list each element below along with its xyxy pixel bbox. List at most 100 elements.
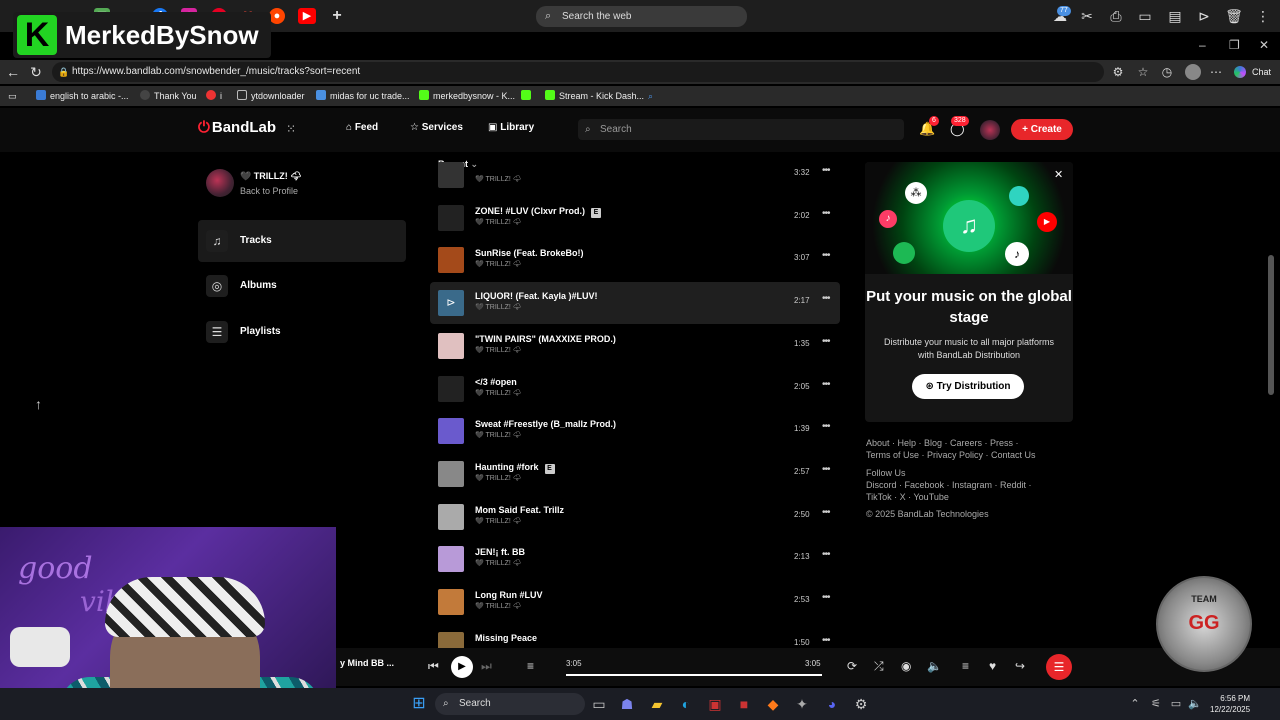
system-clock[interactable]: 6:56 PM 12/22/2025 — [1210, 693, 1250, 715]
favorites-icon[interactable]: ☆ — [1134, 63, 1152, 81]
more-options-icon[interactable]: ••• — [822, 549, 830, 560]
track-artist[interactable]: 🖤 TRILLZ! 🌩 — [475, 602, 522, 610]
more-options-icon[interactable]: ••• — [822, 464, 830, 475]
task-view-icon[interactable]: ▭ — [589, 694, 609, 714]
track-artwork[interactable] — [438, 375, 464, 402]
track-artwork[interactable] — [438, 460, 464, 487]
now-playing-title[interactable]: y Mind BB ... — [340, 658, 394, 668]
sidebar-item-playlists[interactable]: ☰ Playlists — [198, 311, 406, 353]
chat-label[interactable]: Chat — [1252, 67, 1271, 77]
more-icon[interactable]: ⋮ — [1254, 7, 1272, 25]
footer-social-1[interactable]: Discord · Facebook · Instagram · Reddit … — [866, 480, 1032, 490]
track-row[interactable]: Haunting #fork E 🖤 TRILLZ! 🌩 2:57 ••• — [430, 453, 840, 495]
calculator-icon[interactable]: ▤ — [1166, 7, 1184, 25]
track-row[interactable]: ⊳ LIQUOR! (Feat. Kayla )#LUV! 🖤 TRILLZ! 🌩 2… — [430, 282, 840, 325]
store-icon[interactable]: ▣ — [705, 694, 725, 714]
more-options-icon[interactable]: ••• — [822, 635, 830, 646]
teams-icon[interactable]: ☗ — [617, 694, 637, 714]
track-title[interactable]: Sweat #Freestlye (B_mallz Prod.) — [475, 419, 616, 429]
track-artist[interactable]: 🖤 TRILLZ! 🌩 — [475, 260, 522, 268]
nav-services[interactable]: ☆ Services — [410, 122, 463, 133]
track-title[interactable]: Long Run #LUV — [475, 590, 543, 600]
track-row[interactable]: ZONE! #LUV (Clxvr Prod.) E 🖤 TRILLZ! 🌩 2:02… — [430, 197, 840, 239]
network-icon[interactable]: ⚟ — [1146, 694, 1166, 714]
track-artist[interactable]: 🖤 TRILLZ! 🌩 — [475, 218, 522, 226]
track-artwork[interactable] — [438, 162, 464, 188]
file-explorer-icon[interactable]: ▰ — [647, 694, 667, 714]
track-artist[interactable]: 🖤 TRILLZ! 🌩 — [475, 346, 522, 354]
bookmark-item[interactable]: i — [206, 89, 222, 103]
track-artist[interactable]: 🖤 TRILLZ! 🌩 — [475, 389, 522, 397]
history-icon[interactable]: ◷ — [1158, 63, 1176, 81]
reddit-tab-icon[interactable]: ● — [269, 8, 285, 24]
track-artist[interactable]: 🖤 TRILLZ! 🌩 — [475, 474, 522, 482]
refresh-icon[interactable]: ↻ — [27, 63, 45, 81]
print-icon[interactable]: ⎙ — [1107, 7, 1125, 25]
sidebar-item-tracks[interactable]: ♫ Tracks — [198, 220, 406, 262]
profile-name[interactable]: 🖤 TRILLZ! 🌩 — [240, 171, 302, 182]
track-artwork[interactable] — [438, 589, 464, 615]
heart-icon[interactable]: ♥ — [989, 659, 996, 673]
create-button[interactable]: + Create — [1011, 119, 1073, 140]
next-icon[interactable]: ⏭ — [481, 659, 492, 674]
search-bookmark-icon[interactable]: ⌕ — [648, 89, 653, 103]
user-avatar[interactable] — [980, 120, 1000, 140]
more-options-icon[interactable]: ••• — [822, 208, 830, 219]
extensions-icon[interactable]: ⚙ — [1109, 63, 1127, 81]
more-options-icon[interactable]: ••• — [822, 379, 830, 390]
broadcast-icon[interactable]: ◉ — [901, 659, 911, 673]
monitor-icon[interactable]: ▭ — [1166, 694, 1186, 714]
track-title[interactable]: JEN!¡ ft. BB — [475, 547, 525, 557]
track-title[interactable]: Missing Peace — [475, 633, 537, 643]
copilot-icon[interactable] — [1234, 66, 1246, 78]
bandlab-logo[interactable]: ⏻ BandLab — [198, 119, 276, 136]
app-icon[interactable]: ✦ — [792, 694, 812, 714]
track-title[interactable]: </3 #open — [475, 377, 517, 387]
url-field[interactable]: 🔒 https://www.bandlab.com/snowbender_/mu… — [52, 62, 1104, 82]
track-row[interactable]: Long Run #LUV 🖤 TRILLZ! 🌩 2:53 ••• — [430, 581, 840, 623]
volume-icon[interactable]: 🔈 — [1185, 694, 1205, 714]
close-window-icon[interactable]: ✕ — [1259, 38, 1269, 52]
track-artwork[interactable] — [438, 247, 464, 274]
track-title[interactable]: Haunting #fork E — [475, 462, 555, 474]
minimize-icon[interactable]: – — [1199, 38, 1206, 52]
maximize-icon[interactable]: ❐ — [1229, 38, 1240, 52]
discord-icon[interactable]: ◕ — [822, 694, 842, 714]
settings-icon[interactable]: ⚙ — [851, 694, 871, 714]
app-icon[interactable]: ■ — [734, 694, 754, 714]
nav-feed[interactable]: ⌂ Feed — [346, 122, 378, 133]
volume-icon[interactable]: 🔈 — [927, 659, 942, 673]
track-artwork[interactable] — [438, 503, 464, 530]
settings-more-icon[interactable]: ⋯ — [1207, 63, 1225, 81]
bookmark-item[interactable]: Thank You — [140, 89, 197, 103]
edge-icon[interactable]: ◐ — [676, 694, 696, 714]
track-row[interactable]: "TWIN PAIRS" (MAXXIXE PROD.) 🖤 TRILLZ! 🌩 1… — [430, 325, 840, 367]
youtube-tab-icon[interactable]: ▶ — [298, 8, 316, 24]
add-to-playlist-icon[interactable]: ≡ — [962, 659, 969, 673]
footer-social-2[interactable]: TikTok · X · YouTube — [866, 492, 949, 502]
more-options-icon[interactable]: ••• — [822, 165, 830, 176]
more-options-icon[interactable]: ••• — [822, 421, 830, 432]
queue-icon[interactable]: ≡ — [527, 659, 534, 673]
try-distribution-button[interactable]: ⊛ Try Distribution — [912, 374, 1024, 399]
more-options-icon[interactable]: ••• — [822, 250, 830, 261]
repeat-icon[interactable]: ⟳ — [847, 659, 857, 673]
bookmark-item[interactable]: midas for uc trade... — [316, 89, 410, 103]
office-icon[interactable]: ◆ — [763, 694, 783, 714]
apps-grid-icon[interactable]: ⁙ — [286, 122, 296, 136]
track-row[interactable]: 🖤 TRILLZ! 🌩 3:32 ••• — [430, 154, 840, 196]
bookmark-item[interactable]: english to arabic -... — [36, 89, 129, 103]
track-artwork[interactable]: ⊳ — [438, 290, 464, 317]
track-artwork[interactable] — [438, 204, 464, 231]
nav-library[interactable]: ▣ Library — [488, 122, 534, 133]
track-title[interactable]: SunRise (Feat. BrokeBo!) — [475, 248, 584, 258]
track-row[interactable]: Mom Said Feat. Trillz 🖤 TRILLZ! 🌩 2:50 ••• — [430, 496, 840, 538]
footer-links-1[interactable]: About · Help · Blog · Careers · Press · — [866, 438, 1019, 448]
windows-start-icon[interactable]: ⊞ — [409, 694, 429, 714]
bookmark-item[interactable]: ytdownloader — [237, 89, 305, 103]
track-artwork[interactable] — [438, 418, 464, 445]
bookmark-item[interactable]: Stream - Kick Dash... — [545, 89, 644, 103]
close-icon[interactable]: ✕ — [1054, 168, 1063, 181]
footer-links-2[interactable]: Terms of Use · Privacy Policy · Contact … — [866, 450, 1036, 460]
more-options-icon[interactable]: ••• — [822, 293, 830, 304]
